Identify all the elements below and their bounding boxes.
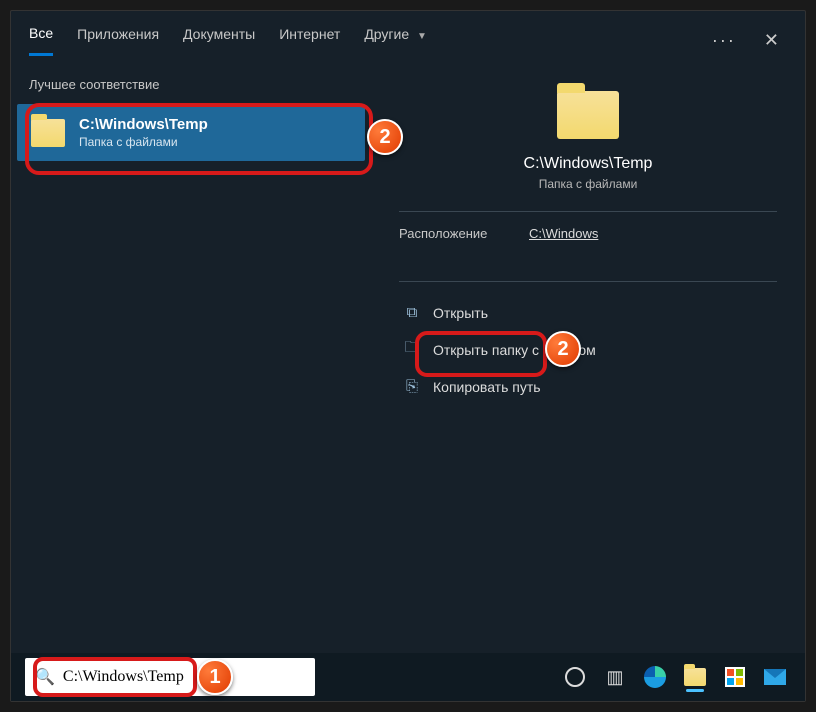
action-open-folder-label: Открыть папку с файлом [433, 342, 596, 358]
preview-title: C:\Windows\Temp [524, 155, 653, 173]
more-options-button[interactable]: ··· [712, 30, 736, 51]
location-row: Расположение C:\Windows [399, 226, 777, 241]
open-icon: ⧉ [403, 304, 421, 321]
tab-other[interactable]: Другие ▼ [364, 26, 427, 54]
action-open-label: Открыть [433, 305, 488, 321]
close-button[interactable]: ✕ [764, 30, 779, 51]
tab-internet[interactable]: Интернет [279, 26, 340, 54]
open-folder-icon: 🗀 [403, 337, 421, 362]
divider [399, 211, 777, 212]
search-panel: Все Приложения Документы Интернет Другие… [10, 10, 806, 702]
taskbar: 🔍 ▥ [11, 653, 805, 701]
ms-store-app-icon[interactable] [719, 661, 751, 693]
preview-pane: C:\Windows\Temp Папка с файлами Располож… [371, 57, 805, 653]
edge-app-icon[interactable] [639, 661, 671, 693]
action-copy-path-label: Копировать путь [433, 379, 541, 395]
location-link[interactable]: C:\Windows [529, 226, 598, 241]
search-filter-tabs: Все Приложения Документы Интернет Другие… [11, 11, 805, 57]
search-icon: 🔍 [35, 667, 55, 687]
search-result-item[interactable]: C:\Windows\Temp Папка с файлами [17, 104, 365, 161]
chevron-down-icon: ▼ [417, 31, 427, 42]
taskbar-search-box[interactable]: 🔍 [25, 658, 315, 696]
folder-icon-large [557, 91, 619, 139]
tab-other-label: Другие [364, 26, 409, 42]
location-label: Расположение [399, 226, 529, 241]
copy-icon: ⎘ [403, 378, 421, 395]
divider [399, 281, 777, 282]
preview-subtitle: Папка с файлами [539, 177, 638, 191]
timeline-button[interactable]: ▥ [599, 661, 631, 693]
action-copy-path[interactable]: ⎘ Копировать путь [399, 370, 777, 403]
tab-apps[interactable]: Приложения [77, 26, 159, 54]
action-open-folder[interactable]: 🗀 Открыть папку с файлом [399, 329, 777, 370]
taskview-button[interactable] [559, 661, 591, 693]
tab-documents[interactable]: Документы [183, 26, 255, 54]
mail-app-icon[interactable] [759, 661, 791, 693]
file-explorer-app-icon[interactable] [679, 661, 711, 693]
folder-icon [31, 119, 65, 147]
best-match-label: Лучшее соответствие [11, 77, 371, 104]
search-input[interactable] [63, 668, 305, 686]
result-subtitle: Папка с файлами [79, 135, 208, 149]
tab-all[interactable]: Все [29, 25, 53, 56]
result-title: C:\Windows\Temp [79, 116, 208, 133]
action-open[interactable]: ⧉ Открыть [399, 296, 777, 329]
results-pane: Лучшее соответствие C:\Windows\Temp Папк… [11, 57, 371, 653]
